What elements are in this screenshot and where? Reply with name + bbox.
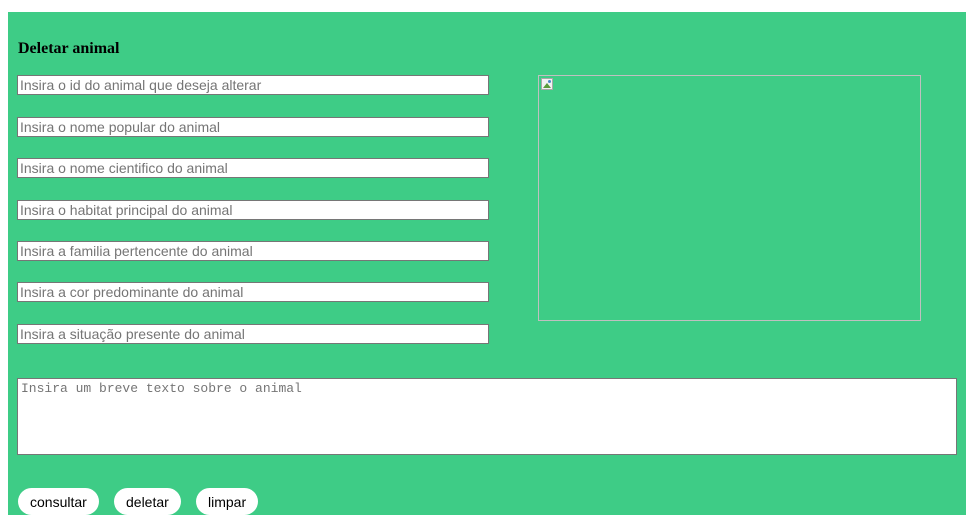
deletar-button[interactable]: deletar [114,488,181,515]
description-textarea[interactable] [17,378,957,455]
popular-name-field[interactable] [17,117,489,137]
id-field[interactable] [17,75,489,95]
page-title: Deletar animal [18,40,120,57]
limpar-button[interactable]: limpar [196,488,259,515]
consultar-button[interactable]: consultar [18,488,99,515]
delete-animal-panel: Deletar animal consultar deletar limpar [8,12,966,515]
situation-field[interactable] [17,324,489,344]
family-field[interactable] [17,241,489,261]
color-field[interactable] [17,282,489,302]
animal-image [538,75,921,321]
broken-image-icon [541,78,553,90]
habitat-field[interactable] [17,200,489,220]
scientific-name-field[interactable] [17,158,489,178]
